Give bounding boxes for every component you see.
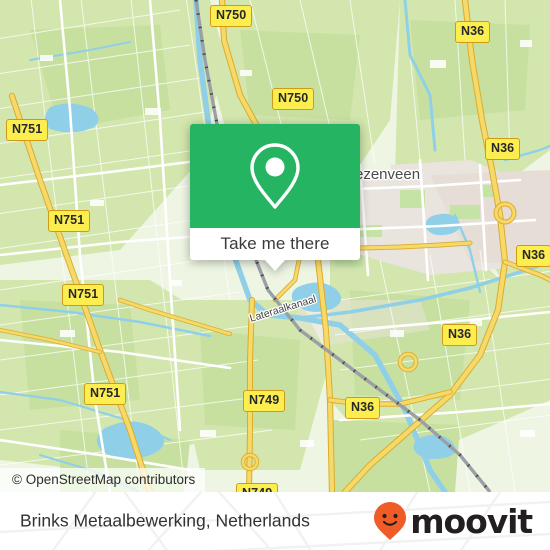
road-shield-n751-5: N751 [84,383,127,405]
moovit-brand[interactable]: moovit [373,501,533,541]
callout-pointer-tail [264,259,286,271]
moovit-wordmark: moovit [410,501,533,541]
location-callout-card[interactable]: Take me there [190,124,360,271]
footer-bar: Brinks Metaalbewerking, Netherlands moov… [0,492,550,550]
road-shield-n750-0: N750 [210,5,253,27]
road-shield-n749-6: N749 [243,390,286,412]
road-shield-n36-12: N36 [345,397,381,419]
road-shield-n36-9: N36 [485,138,521,160]
take-me-there-label: Take me there [220,234,330,253]
road-shield-n749-7: N749 [236,483,279,492]
road-shield-n36-8: N36 [455,21,491,43]
road-shield-n751-4: N751 [62,284,105,306]
callout-header [190,124,360,228]
road-shield-n750-1: N750 [272,88,315,110]
road-shield-n36-10: N36 [516,245,550,267]
callout-footer[interactable]: Take me there [190,228,360,271]
map-screenshot: N750 N750 N751 N751 N751 N751 N749 N749 N36 N36 N3… [0,0,550,550]
road-shield-n751-2: N751 [6,119,49,141]
map-pin-icon [250,143,300,209]
place-title: Brinks Metaalbewerking, Netherlands [20,510,310,531]
moovit-pin-smiley-icon [374,502,407,540]
osm-attribution[interactable]: © OpenStreetMap contributors [0,468,206,492]
place-label-0: ezenveen [355,166,421,183]
road-shield-n751-3: N751 [48,210,91,232]
road-shield-n36-11: N36 [442,324,478,346]
